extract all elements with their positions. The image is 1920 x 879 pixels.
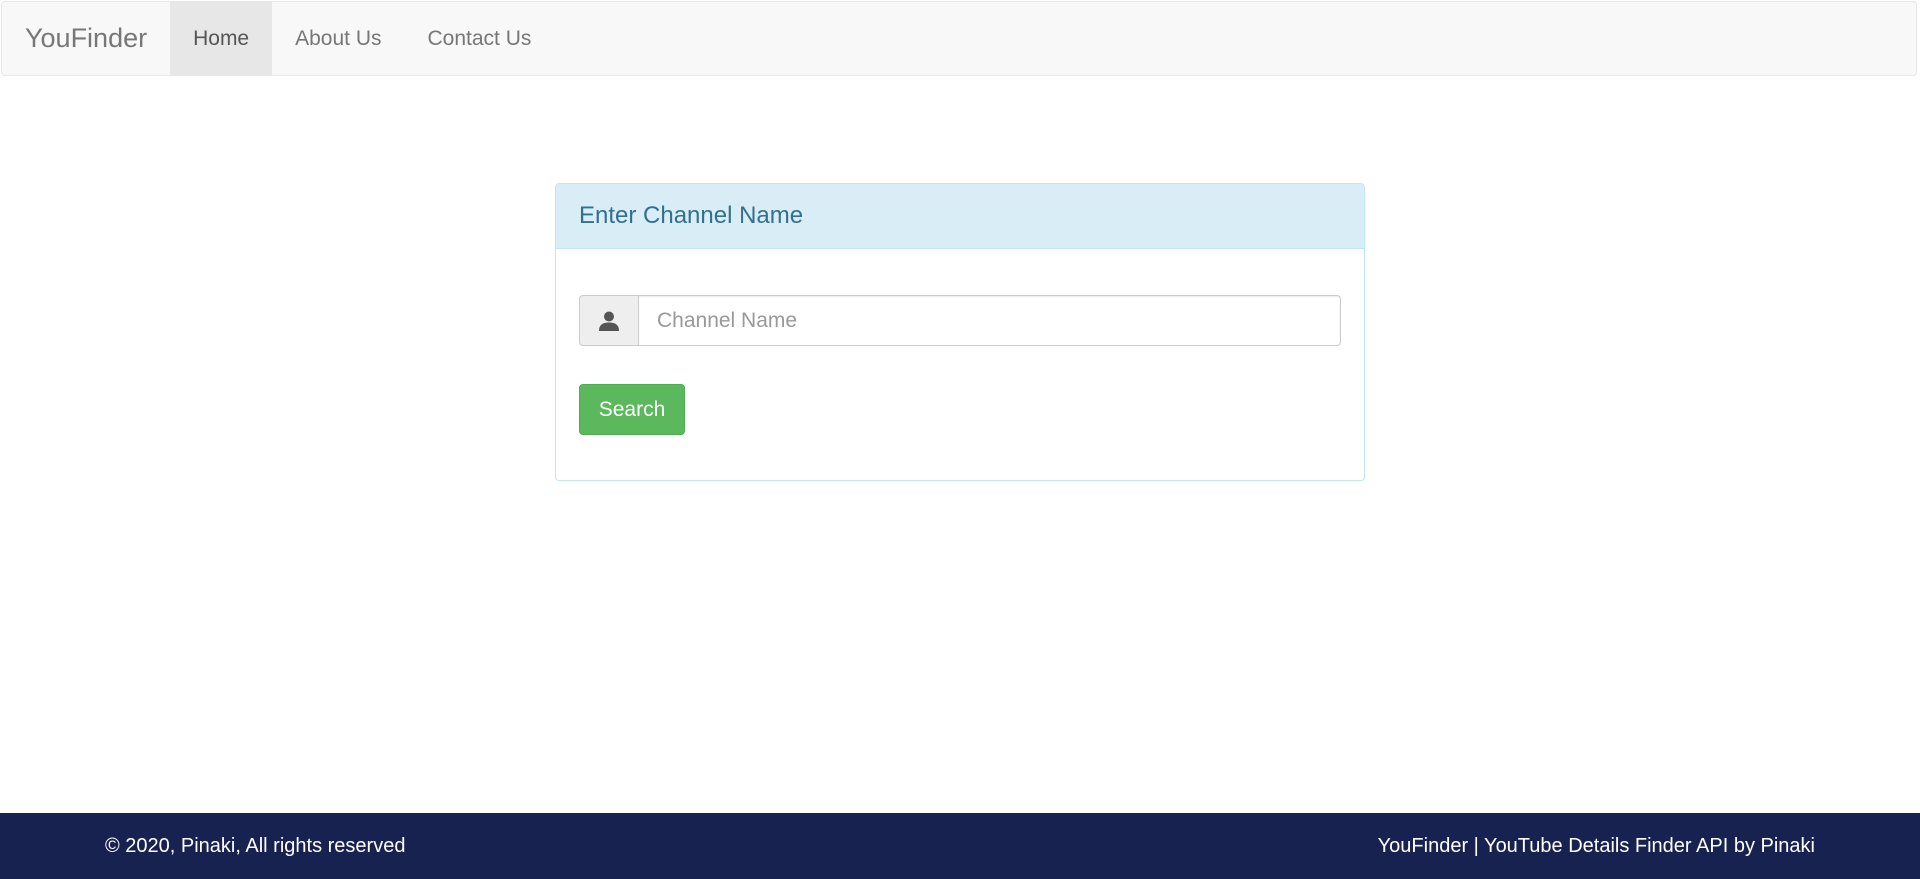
footer-credits: YouFinder | YouTube Details Finder API b… bbox=[1377, 834, 1815, 857]
panel-heading: Enter Channel Name bbox=[556, 184, 1364, 249]
channel-input-group bbox=[579, 295, 1341, 346]
footer-copyright: © 2020, Pinaki, All rights reserved bbox=[105, 834, 406, 857]
brand-link[interactable]: YouFinder bbox=[2, 2, 170, 75]
footer: © 2020, Pinaki, All rights reserved YouF… bbox=[0, 813, 1920, 879]
user-icon-glyph bbox=[599, 311, 619, 331]
user-icon bbox=[579, 295, 638, 346]
nav-item-contact-us[interactable]: Contact Us bbox=[405, 2, 555, 75]
top-navbar: YouFinder Home About Us Contact Us bbox=[1, 1, 1917, 76]
channel-name-input[interactable] bbox=[638, 295, 1341, 346]
search-button[interactable]: Search bbox=[579, 384, 685, 435]
nav-item-about-us[interactable]: About Us bbox=[272, 2, 404, 75]
nav-list: Home About Us Contact Us bbox=[170, 2, 554, 75]
channel-search-panel: Enter Channel Name Search bbox=[555, 183, 1365, 481]
nav-item-home[interactable]: Home bbox=[170, 2, 273, 75]
